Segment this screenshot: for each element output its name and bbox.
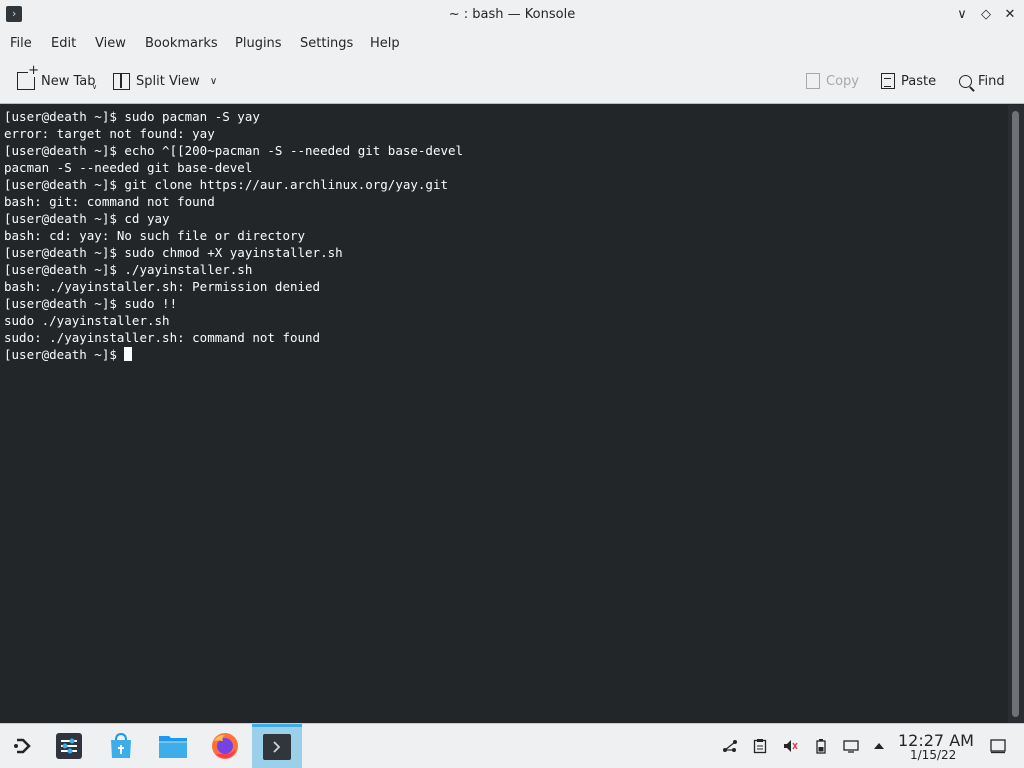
copy-label: Copy: [826, 73, 859, 89]
minimize-button[interactable]: ∨: [952, 5, 972, 25]
menu-view[interactable]: View: [95, 36, 126, 51]
terminal-scrollbar[interactable]: [1008, 105, 1024, 723]
show-desktop-icon[interactable]: [990, 738, 1006, 754]
terminal-line: sudo ./yayinstaller.sh: [4, 313, 170, 328]
clock-date[interactable]: 1/15/22: [910, 748, 956, 762]
terminal-line: [user@death ~]$ sudo chmod +X yayinstall…: [4, 245, 343, 260]
toolbar: New Tab Split View ∨ Copy Paste Find: [0, 58, 1024, 104]
menu-plugins[interactable]: Plugins: [235, 36, 282, 51]
system-settings-icon: [56, 733, 82, 759]
dolphin-files-icon: [159, 736, 187, 758]
menu-bar: File Edit View Bookmarks Plugins Setting…: [0, 30, 1024, 58]
terminal-line: sudo: ./yayinstaller.sh: command not fou…: [4, 330, 321, 345]
split-view-button[interactable]: Split View ∨: [113, 70, 217, 92]
new-tab-icon: [17, 65, 39, 90]
find-icon: [959, 74, 972, 88]
application-launcher-button[interactable]: [0, 724, 46, 768]
menu-edit[interactable]: Edit: [51, 36, 76, 51]
konsole-icon: [263, 734, 291, 760]
split-view-icon: [113, 72, 130, 90]
terminal-line: [user@death ~]$ cd yay: [4, 211, 170, 226]
terminal-line: bash: ./yayinstaller.sh: Permission deni…: [4, 279, 321, 294]
menu-bookmarks[interactable]: Bookmarks: [145, 36, 218, 51]
copy-button[interactable]: Copy: [806, 70, 859, 92]
discover-store-icon: [111, 732, 131, 758]
menu-file[interactable]: File: [10, 36, 32, 51]
maximize-button[interactable]: ◇: [976, 5, 996, 25]
split-view-label: Split View: [136, 73, 200, 89]
terminal-line: [user@death ~]$ sudo !!: [4, 296, 178, 311]
battery-icon[interactable]: [813, 738, 829, 754]
taskbar-app-files[interactable]: [150, 724, 196, 768]
chevron-down-icon[interactable]: ∨: [210, 76, 217, 87]
window-title: ~ : bash — Konsole: [448, 7, 576, 22]
find-label: Find: [978, 73, 1005, 89]
volume-muted-icon[interactable]: [782, 738, 798, 754]
taskbar-app-discover[interactable]: [98, 724, 144, 768]
copy-icon: [806, 73, 820, 89]
terminal-line: pacman -S --needed git base-devel: [4, 160, 253, 175]
network-icon[interactable]: [722, 738, 738, 754]
clipboard-icon[interactable]: [752, 738, 768, 754]
firefox-icon: [212, 733, 238, 759]
new-tab-button[interactable]: New Tab: [17, 65, 96, 92]
menu-settings[interactable]: Settings: [300, 36, 353, 51]
terminal-line: [user@death ~]$ ./yayinstaller.sh: [4, 262, 253, 277]
new-tab-dropdown-icon[interactable]: ∨: [92, 83, 97, 91]
terminal-line: [user@death ~]$ echo ^[[200~pacman -S --…: [4, 143, 464, 158]
terminal-line: [user@death ~]$ sudo pacman -S yay: [4, 109, 260, 124]
text-cursor: [124, 347, 133, 361]
menu-help[interactable]: Help: [370, 36, 400, 51]
new-tab-label: New Tab: [41, 73, 96, 89]
taskbar-app-settings[interactable]: [46, 724, 92, 768]
terminal-line: bash: git: command not found: [4, 194, 215, 209]
display-icon[interactable]: [843, 738, 859, 754]
paste-button[interactable]: Paste: [881, 70, 936, 92]
application-launcher-icon: [14, 738, 31, 754]
taskbar-app-konsole[interactable]: [252, 724, 302, 768]
terminal-prompt: [user@death ~]$: [4, 347, 125, 362]
terminal-output[interactable]: [user@death ~]$ sudo pacman -S yay error…: [0, 105, 1008, 723]
window-titlebar[interactable]: › ~ : bash — Konsole ∨ ◇ ✕: [0, 0, 1024, 30]
paste-label: Paste: [901, 73, 937, 89]
terminal-line: error: target not found: yay: [4, 126, 215, 141]
terminal-line: bash: cd: yay: No such file or directory: [4, 228, 306, 243]
scrollbar-thumb[interactable]: [1012, 111, 1019, 717]
terminal-prompt-line[interactable]: [user@death ~]$: [4, 346, 1004, 363]
paste-icon: [881, 73, 895, 89]
taskbar-app-firefox[interactable]: [202, 724, 248, 768]
tray-expand-icon[interactable]: [871, 738, 887, 754]
close-button[interactable]: ✕: [1000, 5, 1020, 25]
terminal-line: [user@death ~]$ git clone https://aur.ar…: [4, 177, 449, 192]
taskbar: [0, 723, 1024, 768]
find-button[interactable]: Find: [959, 70, 1005, 92]
